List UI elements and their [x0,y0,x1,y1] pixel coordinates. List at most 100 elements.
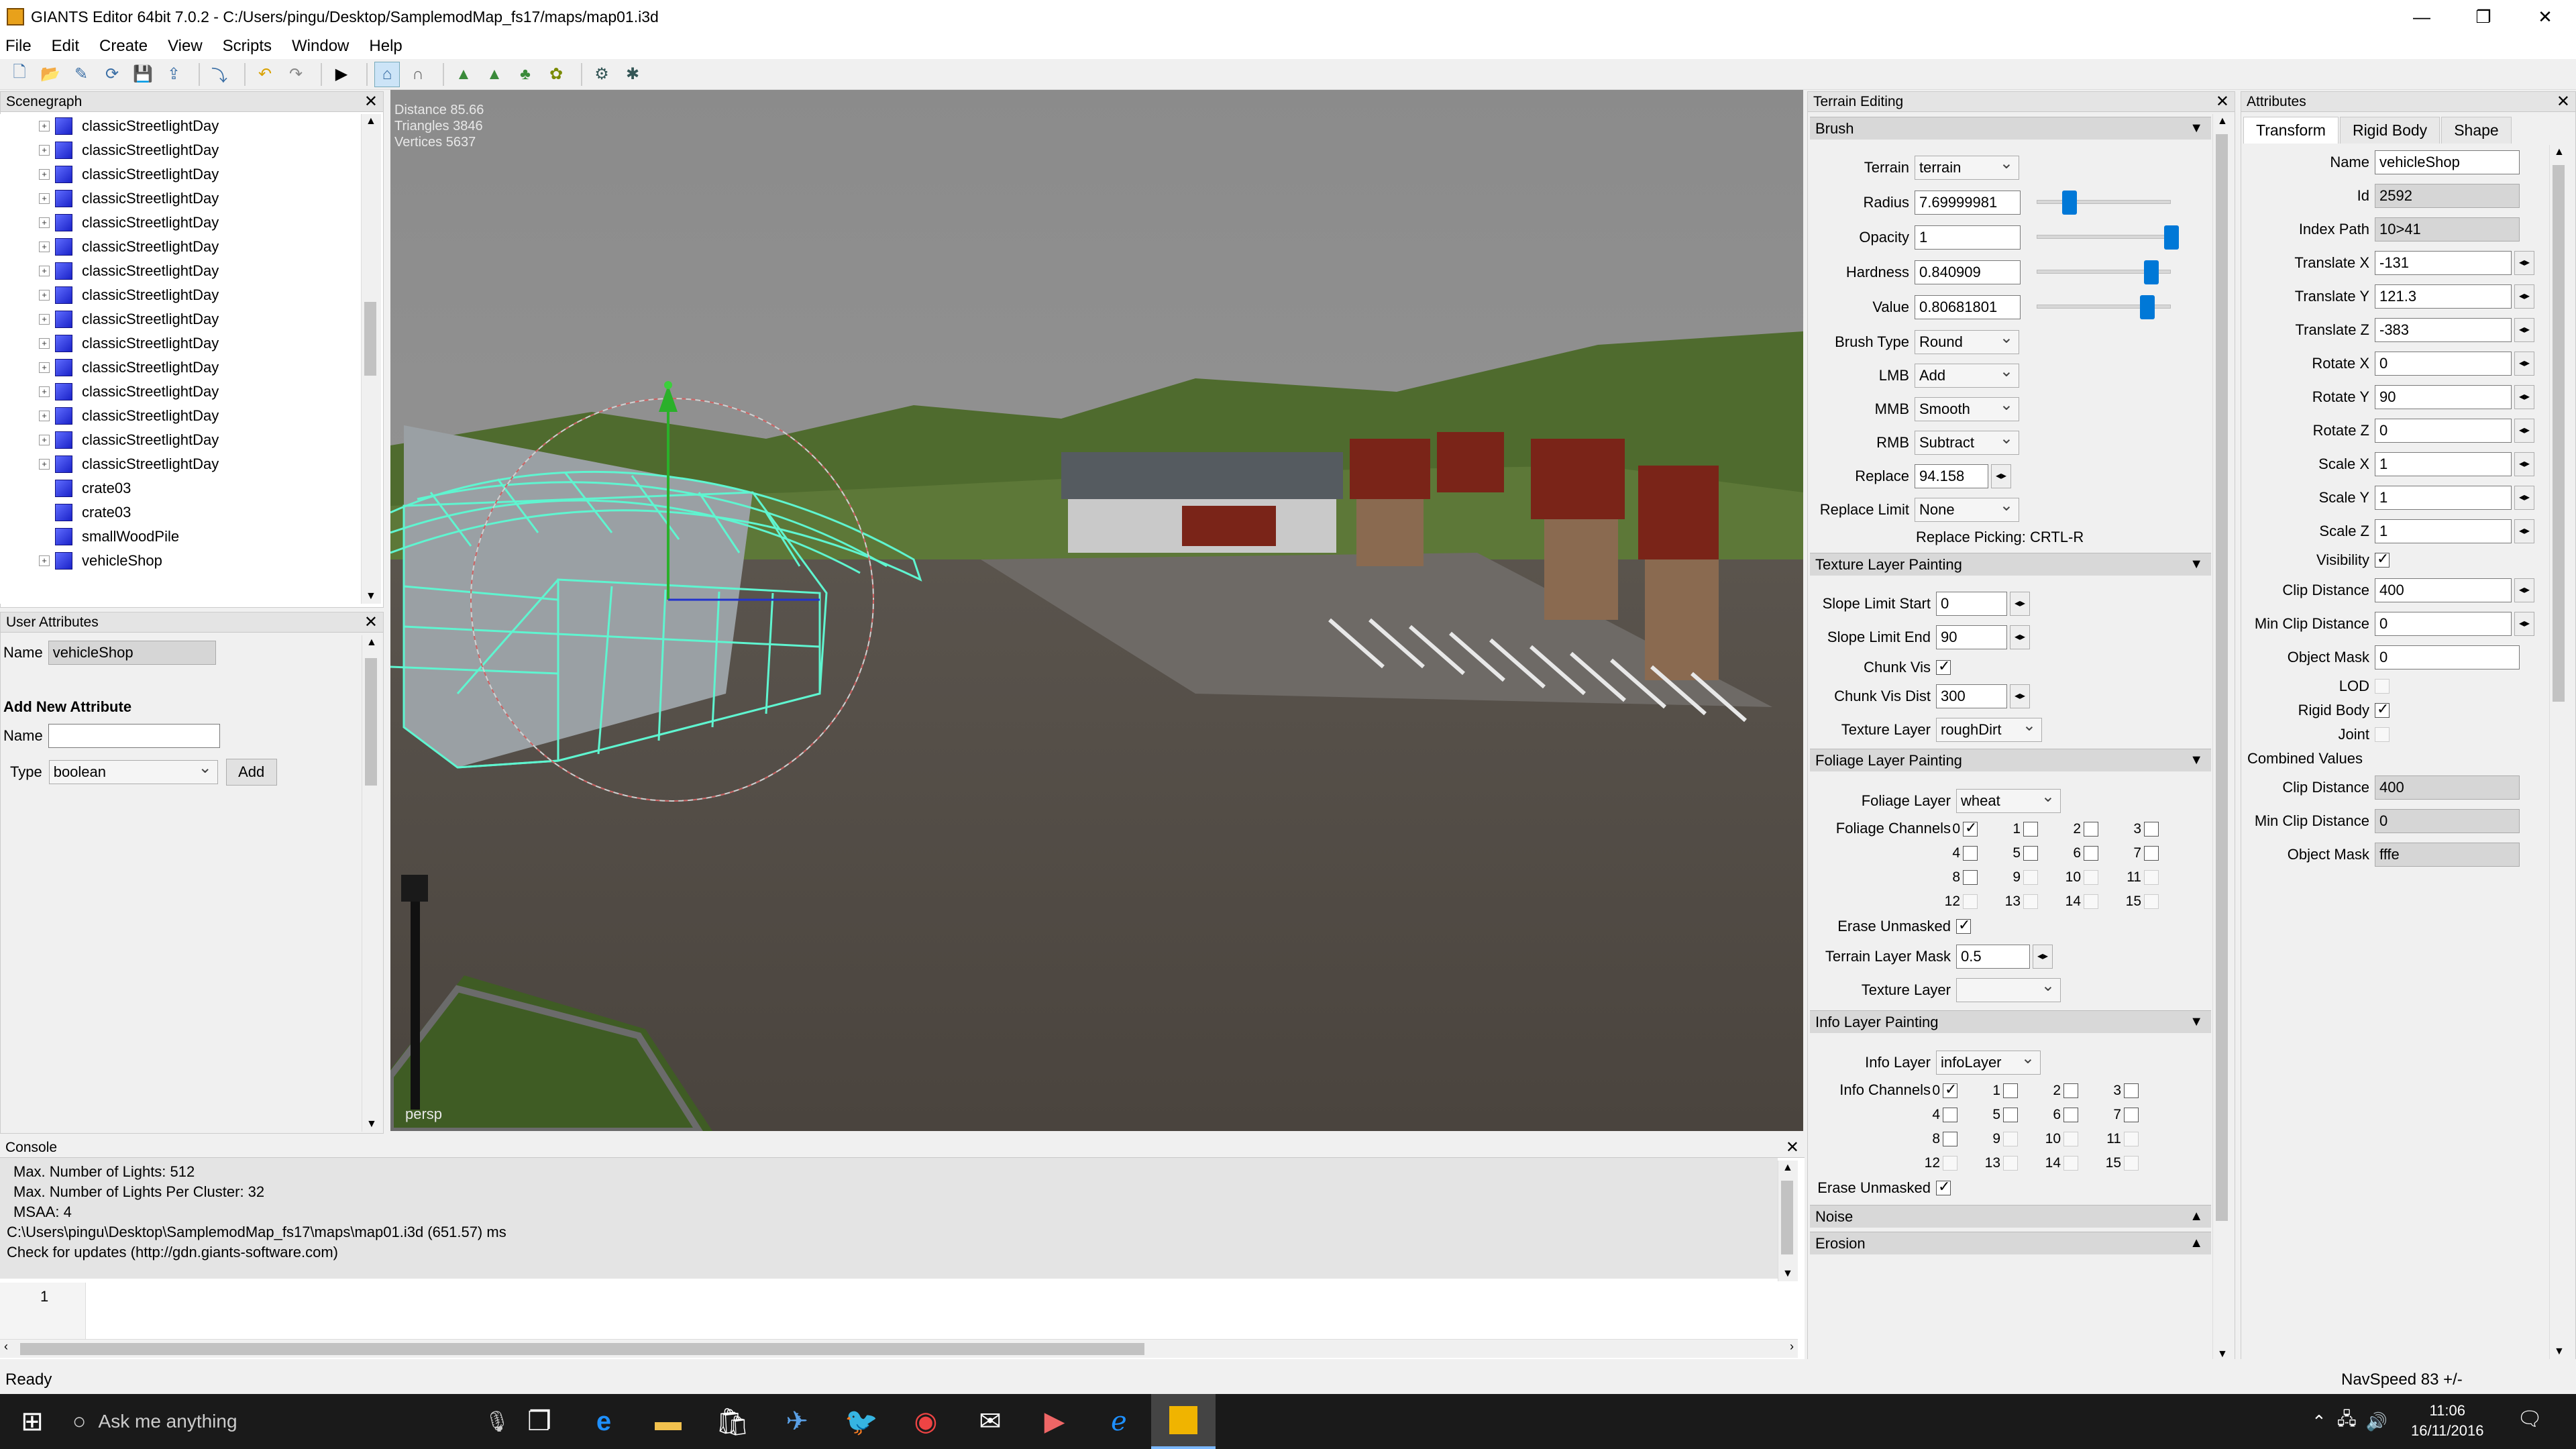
ua-scrollbar[interactable]: ▲ ▼ [362,635,382,1132]
channel-checkbox[interactable] [2144,846,2159,861]
expand-icon[interactable]: + [39,362,50,373]
translate-z-spinner[interactable]: ◂▸ [2514,318,2534,342]
scenegraph-row[interactable]: + classicStreetlightDay [0,452,362,476]
channel-checkbox[interactable] [2084,870,2098,885]
edit-file-icon[interactable]: ✎ [68,62,94,87]
scenegraph-row[interactable]: crate03 [0,476,362,500]
channel-checkbox[interactable] [2124,1108,2139,1122]
scenegraph-scroll-thumb[interactable] [364,302,376,376]
scenegraph-row[interactable]: + classicStreetlightDay [0,283,362,307]
console-scrollbar[interactable]: ▲ ▼ [1778,1161,1798,1281]
rotate-z-spinner[interactable]: ◂▸ [2514,419,2534,443]
media-icon[interactable]: ▶ [1022,1394,1087,1449]
menu-edit[interactable]: Edit [52,37,79,56]
settings-icon[interactable]: ⚙ [589,62,614,87]
scroll-down-icon[interactable]: ▼ [1782,1268,1793,1280]
scenegraph-row[interactable]: + classicStreetlightDay [0,114,362,138]
scenegraph-row[interactable]: + classicStreetlightDay [0,356,362,380]
cortana-search[interactable]: ○ Ask me anything 🎙 [64,1394,510,1449]
brush-type-select[interactable]: Round [1915,330,2019,354]
expand-icon[interactable]: + [39,435,50,445]
scroll-up-icon[interactable]: ▲ [366,637,377,649]
file-explorer-icon[interactable]: ▬ [636,1394,700,1449]
scroll-left-icon[interactable]: ‹ [4,1340,8,1354]
info-section-header[interactable]: Info Layer Painting ▼ [1810,1010,2211,1033]
play-icon[interactable]: ▶ [329,62,354,87]
ua-type-select[interactable]: boolean [48,760,218,784]
channel-checkbox[interactable] [1963,894,1978,909]
expand-icon[interactable]: + [39,241,50,252]
attributes-scrollbar[interactable]: ▲ ▼ [2549,145,2569,1359]
menu-file[interactable]: File [5,37,32,56]
channel-checkbox[interactable] [2084,846,2098,861]
mail-icon[interactable]: ✉ [958,1394,1022,1449]
channel-checkbox[interactable] [2003,1083,2018,1098]
task-view-icon[interactable]: ❐ [507,1394,572,1449]
slope-start-input[interactable]: 0 [1936,592,2007,616]
expand-icon[interactable]: ▲ [2190,1209,2203,1224]
channel-checkbox[interactable] [2063,1156,2078,1171]
expand-icon[interactable]: + [39,169,50,180]
clock[interactable]: 11:06 16/11/2016 [2411,1401,2483,1441]
attr-name-input[interactable]: vehicleShop [2375,150,2520,174]
foliage-erase-checkbox[interactable] [1956,916,1971,934]
replace-input[interactable]: 94.158 [1915,464,1988,488]
scenegraph-scrollbar[interactable]: ▲ ▼ [361,114,381,604]
notifications-icon[interactable]: 🗨 [2517,1407,2542,1431]
lod-checkbox[interactable] [2375,679,2390,694]
scroll-down-icon[interactable]: ▼ [2554,1346,2565,1358]
channel-checkbox[interactable] [2063,1108,2078,1122]
rotate-y-spinner[interactable]: ◂▸ [2514,385,2534,409]
visibility-checkbox[interactable] [2375,550,2390,568]
clip-distance-input[interactable]: 400 [2375,578,2512,602]
foliage-layer-select[interactable]: wheat [1956,789,2061,813]
collapse-icon[interactable]: ▼ [2190,753,2203,768]
min-clip-distance-input[interactable]: 0 [2375,612,2512,636]
expand-icon[interactable]: + [39,386,50,397]
radius-slider-thumb[interactable] [2062,191,2077,215]
channel-checkbox[interactable] [2063,1083,2078,1098]
expand-icon[interactable]: + [39,193,50,204]
scenegraph-row[interactable]: + classicStreetlightDay [0,404,362,428]
channel-checkbox[interactable] [2063,1132,2078,1146]
channel-checkbox[interactable] [2023,822,2038,837]
channel-checkbox[interactable] [2023,870,2038,885]
expand-icon[interactable]: + [39,290,50,301]
tab-shape[interactable]: Shape [2441,117,2512,144]
internet-explorer-icon[interactable]: ℯ [1087,1394,1151,1449]
scale-x-input[interactable]: 1 [2375,452,2512,476]
terrain-layer-mask-input[interactable]: 0.5 [1956,945,2030,969]
network-icon[interactable]: 🖧 [2337,1407,2357,1436]
scenegraph-row[interactable]: + classicStreetlightDay [0,331,362,356]
opacity-slider[interactable] [2037,235,2171,239]
menu-help[interactable]: Help [369,37,402,56]
chrome-icon[interactable]: ◉ [894,1394,958,1449]
scroll-down-icon[interactable]: ▼ [366,590,376,602]
scenegraph-row[interactable]: + classicStreetlightDay [0,138,362,162]
translate-x-spinner[interactable]: ◂▸ [2514,251,2534,275]
chunk-vis-dist-input[interactable]: 300 [1936,684,2007,708]
microphone-icon[interactable]: 🎙 [484,1410,510,1434]
channel-checkbox[interactable] [1963,846,1978,861]
save-icon[interactable]: 💾 [130,62,156,87]
editor-hscrollbar[interactable]: ‹ › [0,1339,1798,1358]
channel-checkbox[interactable] [1943,1081,1957,1098]
redo-icon[interactable]: ↷ [283,62,309,87]
channel-checkbox[interactable] [2144,894,2159,909]
object-mask-input[interactable]: 0 [2375,645,2520,669]
ua-new-name-input[interactable] [48,724,220,748]
brush-section-header[interactable]: Brush ▼ [1810,117,2211,140]
close-button[interactable]: ✕ [2514,0,2576,34]
new-file-icon[interactable]: 🗋 [7,62,32,87]
expand-icon[interactable]: + [39,217,50,228]
scenegraph-row[interactable]: + classicStreetlightDay [0,235,362,259]
scroll-up-icon[interactable]: ▲ [366,115,376,127]
scale-y-input[interactable]: 1 [2375,486,2512,510]
twitter-icon[interactable]: 🐦 [829,1394,894,1449]
maximize-button[interactable]: ❐ [2453,0,2514,34]
menu-scripts[interactable]: Scripts [223,37,272,56]
3d-viewport[interactable]: Distance 85.66 Triangles 3846 Vertices 5… [390,90,1803,1131]
channel-checkbox[interactable] [2084,894,2098,909]
channel-checkbox[interactable] [1943,1108,1957,1122]
rotate-z-input[interactable]: 0 [2375,419,2512,443]
